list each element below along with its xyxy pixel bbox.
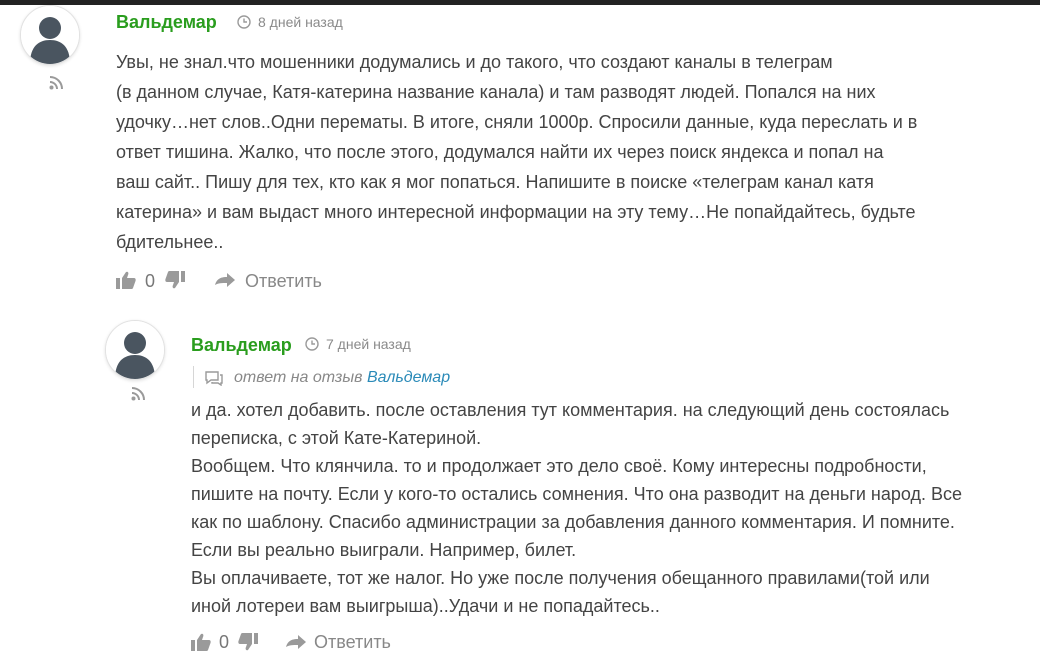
- reply-arrow-icon[interactable]: [214, 272, 236, 288]
- reply-divider: [193, 366, 194, 388]
- thumbs-down-icon[interactable]: [165, 271, 185, 289]
- clock-icon: [305, 337, 319, 351]
- comment-text-line: Если вы реально выиграли. Например, биле…: [191, 540, 577, 560]
- comment-date: 7 дней назад: [326, 336, 411, 352]
- comment-text-line: ответ тишина. Жалко, что после этого, до…: [116, 142, 884, 162]
- top-bar: [0, 0, 1040, 5]
- comment-text-line: Вы оплачиваете, тот же налог. Но уже пос…: [191, 568, 930, 588]
- comment-text-line: пишите на почту. Если у кого-то остались…: [191, 484, 963, 504]
- comment-text: и да. хотел добавить. после оставления т…: [191, 396, 962, 620]
- comment-text-line: удочку…нет слов..Одни перематы. В итоге,…: [116, 112, 918, 132]
- vote-count: 0: [219, 632, 230, 652]
- comment-text-line: как по шаблону. Спасибо администрации за…: [191, 512, 955, 532]
- comment-text-line: переписка, с этой Кате-Катериной.: [191, 428, 482, 448]
- comment-icon: [205, 371, 223, 386]
- reply-to-author-link[interactable]: Вальдемар: [367, 369, 450, 386]
- comment-text-line: иной лотереи вам выигрыша)..Удачи и не п…: [191, 596, 660, 616]
- reply-button[interactable]: Ответить: [245, 271, 322, 292]
- comment-author[interactable]: Вальдемар: [116, 12, 217, 33]
- thumbs-up-icon[interactable]: [116, 271, 136, 289]
- user-avatar-icon[interactable]: [105, 320, 165, 380]
- rss-icon[interactable]: [49, 76, 63, 90]
- comment-date: 8 дней назад: [258, 14, 343, 30]
- comment-text-line: и да. хотел добавить. после оставления т…: [191, 400, 950, 420]
- comment-text-line: Увы, не знал.что мошенники додумались и …: [116, 52, 833, 72]
- reply-arrow-icon[interactable]: [285, 634, 307, 650]
- user-avatar-icon[interactable]: [20, 5, 80, 65]
- comment-text-line: (в данном случае, Катя-катерина название…: [116, 82, 876, 102]
- vote-count: 0: [145, 271, 156, 291]
- clock-icon: [237, 15, 251, 29]
- comment-text: Увы, не знал.что мошенники додумались и …: [116, 47, 917, 257]
- comment-text-line: ваш сайт.. Пишу для тех, кто как я мог п…: [116, 172, 874, 192]
- rss-icon[interactable]: [131, 387, 145, 401]
- comment-text-line: катерина» и вам выдаст много интересной …: [116, 202, 916, 222]
- reply-to-note: ответ на отзыв Вальдемар: [234, 369, 450, 387]
- thumbs-up-icon[interactable]: [191, 633, 211, 651]
- comment-author[interactable]: Вальдемар: [191, 335, 292, 356]
- reply-button[interactable]: Ответить: [314, 632, 391, 653]
- comment-text-line: бдительнее..: [116, 232, 224, 252]
- thumbs-down-icon[interactable]: [238, 633, 258, 651]
- reply-to-label: ответ на отзыв: [234, 369, 363, 386]
- comment-text-line: Вообщем. Что клянчила. то и продолжает э…: [191, 456, 927, 476]
